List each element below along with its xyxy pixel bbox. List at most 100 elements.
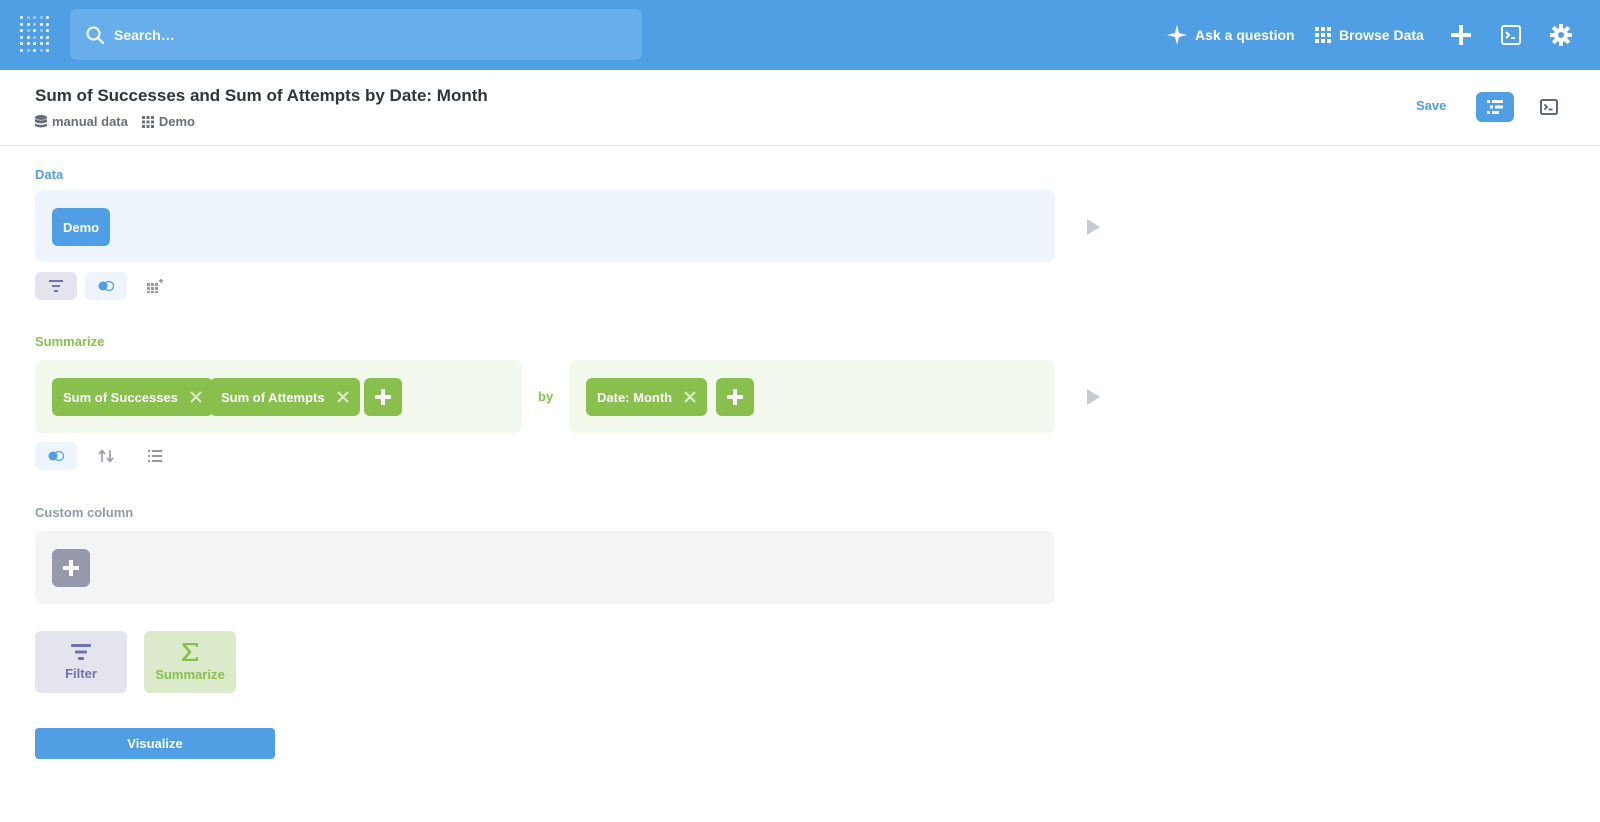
ask-question-label: Ask a question [1195, 27, 1295, 43]
logo-dot [26, 42, 30, 45]
summarize-step-button[interactable]: Summarize [144, 631, 236, 693]
logo-dot [26, 29, 30, 32]
data-source-pill[interactable]: Demo [52, 208, 111, 246]
logo-dot [33, 29, 36, 32]
preview-data-play-icon[interactable] [1087, 219, 1100, 235]
table-name: Demo [158, 114, 195, 129]
plus-icon [375, 389, 391, 405]
logo-dot [33, 35, 36, 39]
join-action-button[interactable] [35, 442, 77, 470]
remove-breakout-close-icon[interactable] [684, 391, 696, 403]
logo-dot [46, 48, 49, 52]
notebook-icon [1487, 100, 1503, 114]
logo-dot [33, 48, 36, 52]
filter-icon [71, 643, 91, 660]
plus-icon [63, 560, 79, 576]
grid-icon [1315, 27, 1331, 43]
custom-column-box [35, 531, 1055, 604]
top-navigation: Search… Ask a question Browse Data [0, 0, 1600, 70]
metrics-box: Sum of Successes Sum of Attempts [35, 360, 522, 433]
logo-dot [39, 35, 43, 39]
custom-column-action-button[interactable] [134, 272, 176, 300]
filter-icon [49, 280, 63, 292]
breakout-label: Date: Month [597, 389, 673, 405]
search-input[interactable]: Search… [70, 9, 642, 60]
question-title[interactable]: Sum of Successes and Sum of Attempts by … [35, 86, 488, 106]
logo-dot [46, 22, 49, 26]
filter-step-button[interactable]: Filter [35, 631, 127, 693]
logo-dot [46, 42, 49, 45]
browse-data-label: Browse Data [1339, 27, 1424, 43]
logo-dot [20, 29, 23, 32]
breakout-box: Date: Month [569, 360, 1055, 433]
metabase-logo-icon[interactable] [20, 16, 50, 52]
limit-action-button[interactable] [134, 442, 176, 470]
metric-pill[interactable]: Sum of Successes [52, 378, 213, 416]
logo-dot [46, 16, 49, 19]
add-custom-column-button[interactable] [52, 549, 90, 587]
logo-dot [20, 35, 23, 39]
remove-metric-close-icon[interactable] [336, 391, 349, 403]
search-icon [86, 26, 104, 44]
filter-action-button[interactable] [35, 272, 77, 300]
logo-dot [46, 35, 49, 39]
logo-dot [20, 42, 23, 45]
join-icon [98, 281, 114, 291]
save-button[interactable]: Save [1416, 98, 1446, 113]
logo-dot [39, 42, 43, 45]
sparkle-icon [1167, 25, 1187, 45]
filter-step-label: Filter [65, 665, 97, 681]
summarize-step-label: Summarize [155, 666, 225, 682]
plus-icon [727, 389, 743, 405]
logo-dot [39, 48, 43, 52]
logo-dot [26, 48, 30, 52]
logo-dot [39, 29, 43, 32]
by-label: by [538, 389, 554, 404]
custom-column-section-label: Custom column [35, 505, 134, 520]
preview-summarize-play-icon[interactable] [1087, 389, 1100, 405]
database-name: manual data [52, 114, 128, 129]
logo-dot [20, 48, 23, 52]
table-grid-icon [141, 115, 154, 128]
metric-label: Sum of Successes [63, 389, 178, 405]
summarize-section-label: Summarize [35, 334, 105, 349]
logo-dot [33, 42, 36, 45]
sort-arrows-icon [98, 449, 114, 463]
terminal-icon [1540, 99, 1558, 115]
logo-dot [39, 16, 43, 19]
gear-icon[interactable] [1548, 22, 1574, 48]
breakout-pill[interactable]: Date: Month [586, 378, 708, 416]
join-icon [48, 451, 64, 461]
logo-dot [20, 16, 23, 19]
visualize-button[interactable]: Visualize [35, 728, 275, 759]
logo-dot [26, 16, 30, 19]
list-icon [148, 450, 162, 462]
data-section-label: Data [35, 167, 64, 182]
sql-editor-icon[interactable] [1498, 22, 1524, 48]
metric-pill[interactable]: Sum of Attempts [210, 378, 360, 416]
add-column-icon [147, 279, 163, 293]
database-link[interactable]: manual data [35, 114, 128, 129]
browse-data-button[interactable]: Browse Data [1315, 22, 1424, 48]
sort-action-button[interactable] [85, 442, 127, 470]
data-step-box: Demo [35, 190, 1055, 262]
logo-dot [39, 22, 43, 26]
sigma-icon [182, 642, 198, 661]
table-link[interactable]: Demo [141, 114, 195, 129]
notebook-editor-toggle[interactable] [1476, 92, 1514, 122]
logo-dot [33, 22, 36, 26]
logo-dot [26, 35, 30, 39]
logo-dot [46, 29, 49, 32]
join-action-button[interactable] [85, 272, 127, 300]
logo-dot [20, 22, 23, 26]
add-breakout-button[interactable] [716, 378, 754, 416]
remove-metric-close-icon[interactable] [190, 391, 202, 403]
new-plus-icon[interactable] [1448, 22, 1474, 48]
database-icon [35, 115, 47, 128]
add-metric-button[interactable] [364, 378, 402, 416]
metric-label: Sum of Attempts [221, 389, 325, 405]
breadcrumb: manual data Demo [35, 114, 209, 129]
ask-question-button[interactable]: Ask a question [1167, 22, 1295, 48]
logo-dot [33, 16, 36, 19]
sql-preview-toggle[interactable] [1534, 92, 1564, 122]
